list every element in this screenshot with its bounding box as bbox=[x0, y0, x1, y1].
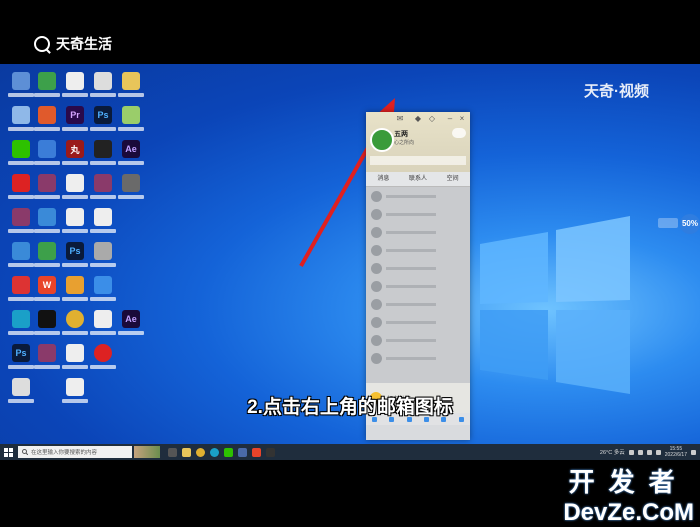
tab-contacts[interactable]: 联系人 bbox=[401, 172, 436, 186]
qq-header: ✉ ◆ ◇ – × 五两 心之所向 bbox=[366, 112, 470, 172]
netease-music-icon[interactable] bbox=[88, 342, 118, 372]
desktop-icon[interactable]: 丸 bbox=[60, 138, 90, 168]
corner-watermark: 开发者 DevZe.CoM bbox=[563, 462, 694, 527]
list-item[interactable] bbox=[366, 277, 470, 295]
list-item[interactable] bbox=[366, 331, 470, 349]
chrome-icon[interactable] bbox=[60, 308, 90, 338]
file-explorer-icon[interactable] bbox=[182, 447, 191, 457]
mailbox-icon[interactable]: ✉ bbox=[396, 115, 404, 123]
desktop-icon[interactable] bbox=[32, 104, 62, 134]
tab-space[interactable]: 空间 bbox=[435, 172, 470, 186]
start-button[interactable] bbox=[0, 444, 16, 460]
desktop-icon[interactable] bbox=[60, 206, 90, 236]
chevron-up-icon[interactable] bbox=[628, 449, 634, 455]
app-icon[interactable] bbox=[238, 447, 247, 457]
qq-window: ✉ ◆ ◇ – × 五两 心之所向 消息 联系人 空间 好友动态 bbox=[366, 112, 470, 440]
clock[interactable]: 15:55 2022/6/17 bbox=[665, 446, 687, 458]
system-tray: 26°C 多云 15:55 2022/6/17 bbox=[600, 444, 696, 460]
desktop-icon[interactable] bbox=[88, 70, 118, 100]
search-placeholder: 在这里输入你要搜索的内容 bbox=[31, 450, 98, 456]
avatar[interactable] bbox=[370, 128, 394, 152]
qq-search-input[interactable] bbox=[370, 156, 466, 165]
corner-watermark-line1: 开发者 bbox=[568, 467, 689, 497]
qq-tabs: 消息 联系人 空间 bbox=[366, 172, 470, 187]
winrar-icon[interactable] bbox=[32, 172, 62, 202]
clock-date: 2022/6/17 bbox=[664, 452, 687, 458]
desktop-icon[interactable] bbox=[88, 308, 118, 338]
photoshop-icon[interactable]: Ps bbox=[60, 240, 90, 270]
search-icon bbox=[22, 449, 28, 455]
qq-icon[interactable] bbox=[88, 138, 118, 168]
after-effects-icon[interactable]: Ae bbox=[116, 138, 146, 168]
speed-widget-readout bbox=[658, 218, 678, 228]
capcut-icon[interactable] bbox=[32, 308, 62, 338]
premiere-icon[interactable]: Pr bbox=[60, 104, 90, 134]
list-item[interactable] bbox=[366, 205, 470, 223]
minimize-icon[interactable]: – bbox=[446, 115, 454, 123]
photoshop-icon[interactable]: Ps bbox=[88, 104, 118, 134]
speed-widget[interactable]: 50% bbox=[656, 210, 700, 236]
desktop-icon[interactable] bbox=[32, 240, 62, 270]
brand-name: 天奇生活 bbox=[56, 36, 112, 52]
video-watermark: 天奇·视频 bbox=[584, 83, 649, 100]
input-method-icon[interactable] bbox=[655, 449, 661, 455]
winrar-icon[interactable] bbox=[88, 172, 118, 202]
video-top-bar: 天奇生活 bbox=[0, 0, 700, 64]
skin-icon[interactable]: ◇ bbox=[428, 115, 436, 123]
windows-logo-icon bbox=[480, 216, 630, 394]
desktop-icon[interactable] bbox=[60, 70, 90, 100]
desktop-icon[interactable] bbox=[32, 206, 62, 236]
desktop-icon[interactable] bbox=[60, 342, 90, 372]
desktop-icon[interactable] bbox=[60, 274, 90, 304]
list-item[interactable] bbox=[366, 295, 470, 313]
brand: 天奇生活 bbox=[34, 34, 112, 54]
windows-start-icon bbox=[3, 447, 13, 457]
wps-icon[interactable]: W bbox=[32, 274, 62, 304]
weather-widget[interactable]: 26°C 多云 bbox=[600, 448, 625, 456]
list-item[interactable] bbox=[366, 187, 470, 205]
list-item[interactable] bbox=[366, 349, 470, 367]
chrome-icon[interactable] bbox=[196, 447, 205, 457]
after-effects-icon[interactable]: Ae bbox=[116, 308, 146, 338]
close-icon[interactable]: × bbox=[458, 115, 466, 123]
winrar-icon[interactable] bbox=[32, 342, 62, 372]
qq-message-list bbox=[366, 187, 470, 383]
qq-status-text[interactable]: 心之所向 bbox=[394, 139, 414, 146]
search-logo-icon bbox=[34, 36, 50, 52]
desktop-icon[interactable] bbox=[88, 274, 118, 304]
notification-icon[interactable] bbox=[691, 449, 696, 455]
edge-icon[interactable] bbox=[210, 447, 219, 457]
network-icon[interactable] bbox=[637, 449, 643, 455]
list-item[interactable] bbox=[366, 313, 470, 331]
list-item[interactable] bbox=[366, 241, 470, 259]
desktop-icon[interactable] bbox=[88, 240, 118, 270]
volume-icon[interactable] bbox=[646, 449, 652, 455]
taskbar-search-input[interactable]: 在这里输入你要搜索的内容 bbox=[18, 446, 132, 458]
desktop-icon[interactable] bbox=[32, 138, 62, 168]
video-subtitle: 2.点击右上角的邮箱图标 bbox=[247, 397, 453, 418]
wechat-icon[interactable] bbox=[224, 447, 233, 457]
desktop-icon[interactable] bbox=[116, 104, 146, 134]
task-view-icon[interactable] bbox=[168, 447, 177, 457]
list-item[interactable] bbox=[366, 259, 470, 277]
corner-watermark-line2: DevZe.CoM bbox=[563, 499, 694, 526]
list-item[interactable] bbox=[366, 223, 470, 241]
shirt-icon[interactable]: ◆ bbox=[414, 115, 422, 123]
qq-icon[interactable] bbox=[266, 447, 275, 457]
desktop-icon[interactable] bbox=[32, 70, 62, 100]
wps-icon[interactable] bbox=[252, 447, 261, 457]
desktop-icon[interactable] bbox=[60, 172, 90, 202]
desktop-icon[interactable] bbox=[116, 172, 146, 202]
weather-icon bbox=[452, 128, 466, 138]
desktop-icon[interactable] bbox=[116, 70, 146, 100]
taskbar-apps bbox=[168, 447, 275, 457]
taskbar: 在这里输入你要搜索的内容 26°C 多云 15:55 2022/6/17 bbox=[0, 444, 700, 460]
desktop-icon[interactable] bbox=[88, 206, 118, 236]
speed-widget-percent: 50% bbox=[680, 214, 700, 234]
search-highlight-image[interactable] bbox=[134, 446, 160, 458]
qq-username: 五两 bbox=[394, 131, 408, 138]
tab-messages[interactable]: 消息 bbox=[366, 172, 401, 186]
